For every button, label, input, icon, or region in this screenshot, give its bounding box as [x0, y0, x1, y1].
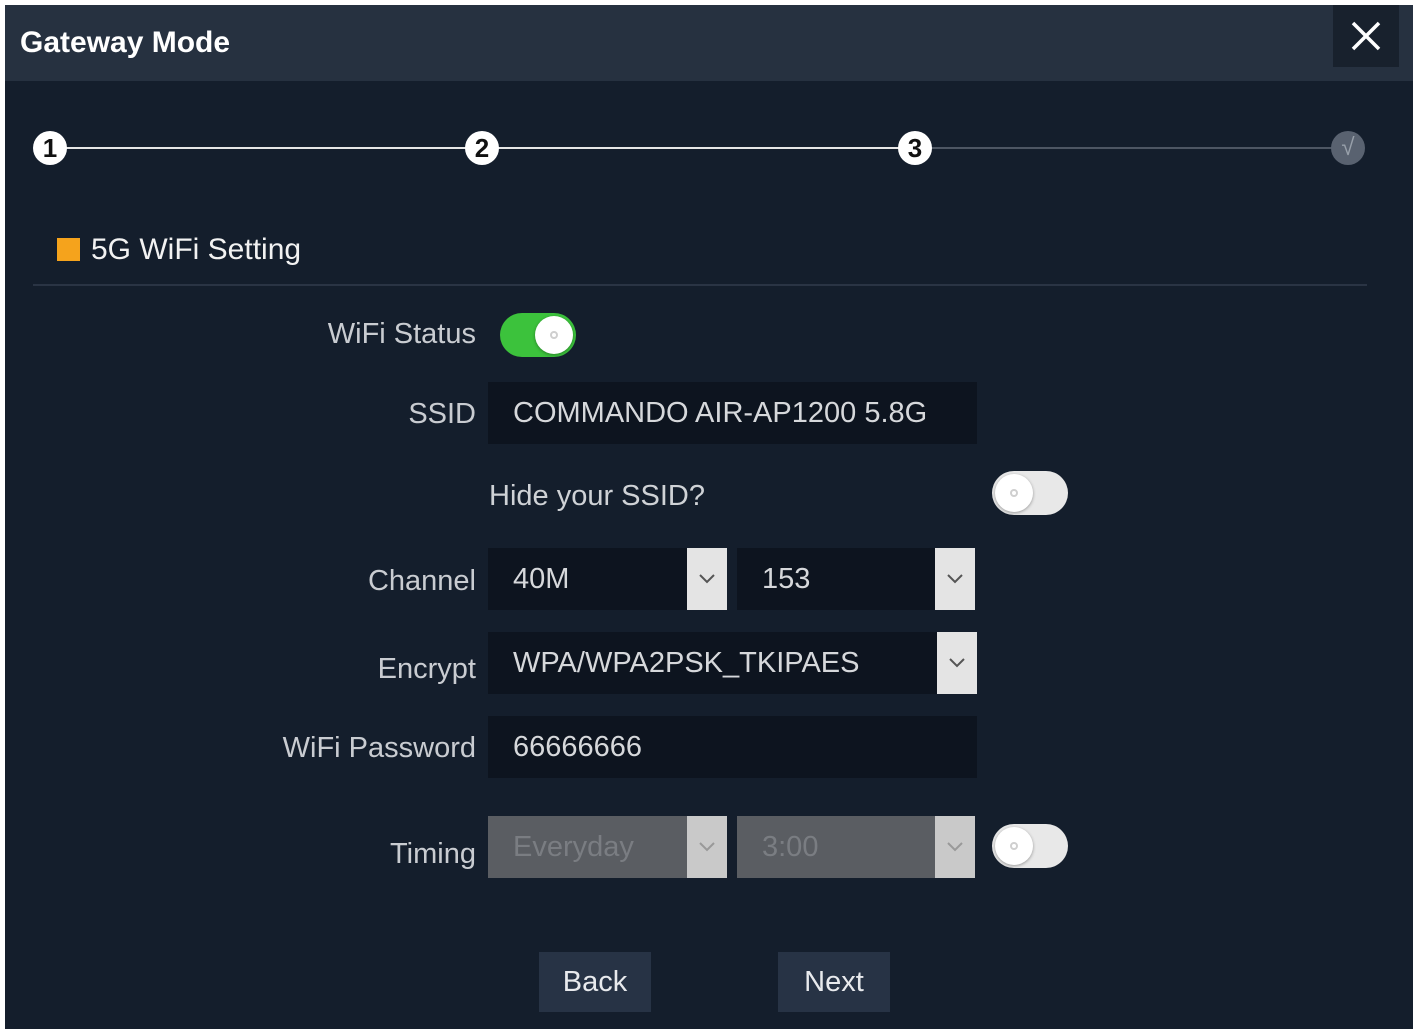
chevron-down-icon	[687, 816, 727, 878]
hide-ssid-label: Hide your SSID?	[489, 480, 705, 512]
dialog-titlebar: Gateway Mode	[5, 5, 1413, 81]
dialog-title: Gateway Mode	[20, 26, 231, 59]
next-button[interactable]: Next	[778, 952, 890, 1012]
step-1: 1	[33, 131, 67, 165]
encrypt-select[interactable]: WPA/WPA2PSK_TKIPAES	[488, 632, 977, 694]
hide-ssid-toggle[interactable]	[992, 471, 1068, 515]
channel-bandwidth-select[interactable]: 40M	[488, 548, 727, 610]
ssid-label: SSID	[408, 398, 476, 430]
chevron-down-icon[interactable]	[687, 548, 727, 610]
step-3: 3	[898, 131, 932, 165]
chevron-down-icon[interactable]	[935, 548, 975, 610]
step-connector	[50, 147, 482, 149]
timing-toggle[interactable]	[992, 824, 1068, 868]
toggle-knob	[535, 316, 573, 354]
step-finish-check-icon: √	[1331, 131, 1365, 165]
gateway-mode-dialog: Gateway Mode 1 2 3 √ 5G WiFi Setting WiF…	[5, 5, 1413, 1029]
ssid-input[interactable]: COMMANDO AIR-AP1200 5.8G	[488, 382, 977, 444]
encrypt-value: WPA/WPA2PSK_TKIPAES	[513, 647, 860, 679]
channel-bandwidth-value: 40M	[513, 563, 570, 595]
section-divider	[33, 284, 1367, 286]
wifi-password-input[interactable]: 66666666	[488, 716, 977, 778]
timing-schedule-select: Everyday	[488, 816, 727, 878]
chevron-down-icon[interactable]	[937, 632, 977, 694]
back-button[interactable]: Back	[539, 952, 651, 1012]
step-2: 2	[465, 131, 499, 165]
timing-time-select: 3:00	[737, 816, 975, 878]
chevron-down-icon	[935, 816, 975, 878]
encrypt-label: Encrypt	[377, 653, 476, 685]
timing-label: Timing	[390, 838, 476, 870]
close-button[interactable]	[1333, 5, 1399, 67]
step-connector	[915, 147, 1349, 149]
wifi-status-toggle[interactable]	[500, 313, 576, 357]
section-title: 5G WiFi Setting	[91, 233, 302, 266]
channel-number-value: 153	[762, 563, 811, 595]
timing-time-value: 3:00	[762, 831, 819, 863]
toggle-knob	[995, 827, 1033, 865]
channel-label: Channel	[367, 565, 476, 597]
wifi-password-label: WiFi Password	[282, 732, 476, 764]
close-icon	[1351, 21, 1381, 51]
step-progress: 1 2 3 √	[5, 125, 1413, 175]
toggle-knob	[995, 474, 1033, 512]
wifi-status-label: WiFi Status	[327, 318, 476, 350]
section-marker	[57, 238, 80, 261]
channel-number-select[interactable]: 153	[737, 548, 975, 610]
timing-schedule-value: Everyday	[513, 831, 634, 863]
step-connector	[482, 147, 915, 149]
